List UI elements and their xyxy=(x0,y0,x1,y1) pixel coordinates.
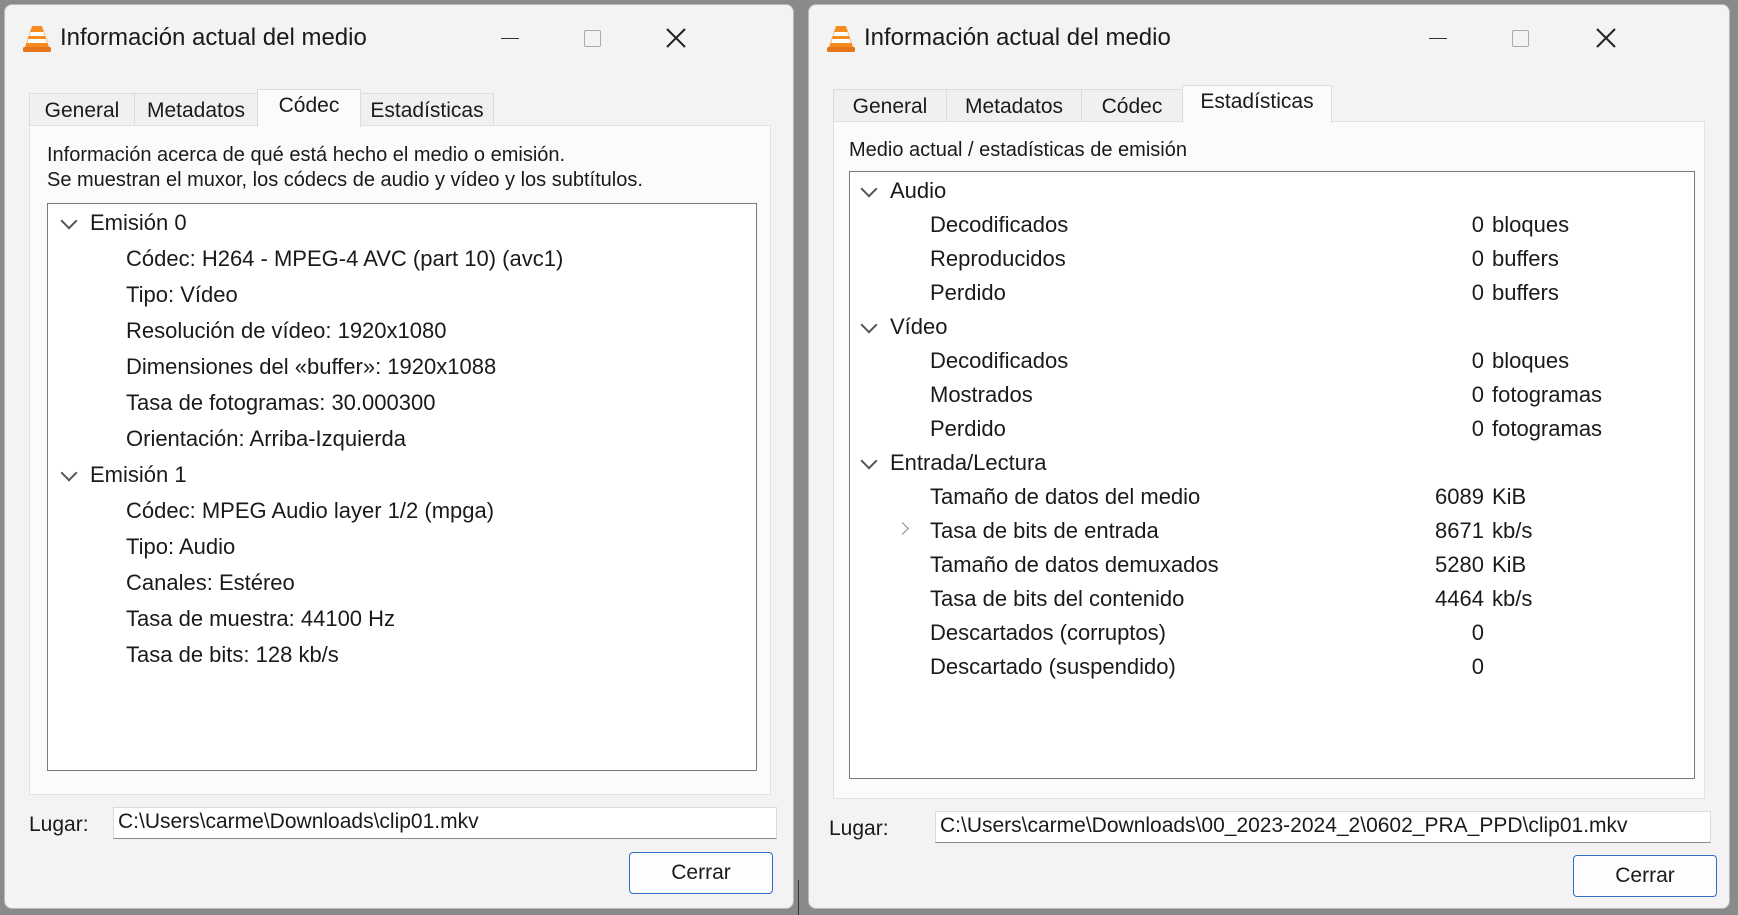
tab-metadatos[interactable]: Metadatos xyxy=(134,93,258,127)
tree-item[interactable]: Dimensiones del «buffer»: 1920x1088 xyxy=(126,354,496,380)
stat-value: 0 xyxy=(1471,416,1484,441)
close-window-button[interactable] xyxy=(1575,13,1637,63)
maximize-button[interactable] xyxy=(1489,13,1551,63)
stat-unit: KiB xyxy=(1492,484,1527,509)
stat-unit: kb/s xyxy=(1492,518,1533,543)
minimize-icon xyxy=(501,37,519,39)
window-title: Información actual del medio xyxy=(60,24,367,51)
tree-item[interactable]: Canales: Estéreo xyxy=(126,570,295,596)
tree-item[interactable]: Orientación: Arriba-Izquierda xyxy=(126,426,406,452)
stat-value: 8671 xyxy=(1435,518,1484,543)
chevron-right-icon[interactable] xyxy=(896,522,909,535)
tree-item[interactable]: Tipo: Audio xyxy=(126,534,235,560)
close-button[interactable]: Cerrar xyxy=(1573,855,1717,897)
stat-value: 6089 xyxy=(1435,484,1484,509)
minimize-button[interactable] xyxy=(479,13,541,63)
tab-bar: General Metadatos Códec Estadísticas xyxy=(29,89,494,127)
stat-value: 0 xyxy=(1471,654,1484,679)
tab-estadisticas[interactable]: Estadísticas xyxy=(360,93,494,127)
stat-unit: bloques xyxy=(1492,348,1570,373)
stat-name[interactable]: Perdido xyxy=(930,280,1006,306)
stat-name[interactable]: Tamaño de datos del medio xyxy=(930,484,1200,510)
location-label: Lugar: xyxy=(829,817,889,840)
tree-node-emision-0[interactable]: Emisión 0 xyxy=(90,210,187,236)
chevron-down-icon[interactable] xyxy=(860,180,878,198)
title-bar[interactable]: Información actual del medio xyxy=(5,5,793,69)
chevron-down-icon[interactable] xyxy=(60,464,78,482)
tab-general[interactable]: General xyxy=(833,89,947,123)
tab-metadatos[interactable]: Metadatos xyxy=(946,89,1082,123)
stat-name[interactable]: Descartados (corruptos) xyxy=(930,620,1166,646)
close-button[interactable]: Cerrar xyxy=(629,852,773,894)
location-field[interactable]: C:\Users\carme\Downloads\clip01.mkv xyxy=(113,807,777,839)
chevron-down-icon[interactable] xyxy=(860,316,878,334)
tab-bar: General Metadatos Códec Estadísticas xyxy=(833,85,1332,123)
codec-tree[interactable]: Emisión 0 Códec: H264 - MPEG-4 AVC (part… xyxy=(47,203,757,771)
stat-value: 0 xyxy=(1471,348,1484,373)
vlc-cone-icon xyxy=(23,26,51,52)
codec-description: Información acerca de qué está hecho el … xyxy=(47,143,643,193)
tree-node-audio[interactable]: Audio xyxy=(890,178,946,204)
minimize-icon xyxy=(1429,37,1447,39)
description-line-2: Se muestran el muxor, los códecs de audi… xyxy=(47,169,643,191)
maximize-icon xyxy=(583,29,601,47)
tree-item[interactable]: Tasa de bits: 128 kb/s xyxy=(126,642,339,668)
stat-name[interactable]: Tamaño de datos demuxados xyxy=(930,552,1219,578)
stat-unit: buffers xyxy=(1492,280,1559,305)
divider xyxy=(798,880,799,915)
stat-value: 0 xyxy=(1471,212,1484,237)
tree-item[interactable]: Resolución de vídeo: 1920x1080 xyxy=(126,318,446,344)
stat-unit: KiB xyxy=(1492,552,1527,577)
stat-value: 0 xyxy=(1471,382,1484,407)
close-icon xyxy=(666,28,686,48)
tree-node-emision-1[interactable]: Emisión 1 xyxy=(90,462,187,488)
stat-name[interactable]: Decodificados xyxy=(930,212,1068,238)
location-label: Lugar: xyxy=(29,813,89,836)
tab-general[interactable]: General xyxy=(29,93,135,127)
stat-name[interactable]: Decodificados xyxy=(930,348,1068,374)
stat-name[interactable]: Tasa de bits del contenido xyxy=(930,586,1184,612)
description-line-1: Información acerca de qué está hecho el … xyxy=(47,144,566,166)
stats-heading: Medio actual / estadísticas de emisión xyxy=(849,139,1187,161)
stat-name[interactable]: Tasa de bits de entrada xyxy=(930,518,1159,544)
location-field[interactable]: C:\Users\carme\Downloads\00_2023-2024_2\… xyxy=(935,811,1711,843)
stat-name[interactable]: Descartado (suspendido) xyxy=(930,654,1176,680)
minimize-button[interactable] xyxy=(1407,13,1469,63)
tab-codec[interactable]: Códec xyxy=(1081,89,1183,123)
chevron-down-icon[interactable] xyxy=(60,212,78,230)
tab-estadisticas[interactable]: Estadísticas xyxy=(1182,85,1332,123)
stat-unit: fotogramas xyxy=(1492,416,1603,441)
stat-value: 0 xyxy=(1471,280,1484,305)
stat-value: 4464 xyxy=(1435,586,1484,611)
media-info-window-stats: Información actual del medio General Met… xyxy=(808,4,1730,909)
stat-name[interactable]: Perdido xyxy=(930,416,1006,442)
tree-item[interactable]: Tasa de fotogramas: 30.000300 xyxy=(126,390,435,416)
stat-name[interactable]: Mostrados xyxy=(930,382,1033,408)
tree-item[interactable]: Códec: MPEG Audio layer 1/2 (mpga) xyxy=(126,498,494,524)
window-title: Información actual del medio xyxy=(864,24,1171,51)
close-window-button[interactable] xyxy=(645,13,707,63)
media-info-window-codec: Información actual del medio General Met… xyxy=(4,4,794,909)
tree-node-entrada-lectura[interactable]: Entrada/Lectura xyxy=(890,450,1047,476)
close-icon xyxy=(1596,28,1616,48)
tree-item[interactable]: Tipo: Vídeo xyxy=(126,282,238,308)
stat-value: 0 xyxy=(1471,620,1484,645)
stat-value: 0 xyxy=(1471,246,1484,271)
tree-item[interactable]: Tasa de muestra: 44100 Hz xyxy=(126,606,395,632)
tree-node-video[interactable]: Vídeo xyxy=(890,314,948,340)
stats-tree[interactable]: Audio Decodificados 0 bloques Reproducid… xyxy=(849,171,1695,779)
chevron-down-icon[interactable] xyxy=(860,452,878,470)
vlc-cone-icon xyxy=(827,26,855,52)
stat-unit: buffers xyxy=(1492,246,1559,271)
stat-name[interactable]: Reproducidos xyxy=(930,246,1066,272)
stat-unit: fotogramas xyxy=(1492,382,1603,407)
tab-codec[interactable]: Códec xyxy=(257,89,361,127)
title-bar[interactable]: Información actual del medio xyxy=(809,5,1729,69)
stat-unit: bloques xyxy=(1492,212,1570,237)
maximize-button[interactable] xyxy=(561,13,623,63)
tree-item[interactable]: Códec: H264 - MPEG-4 AVC (part 10) (avc1… xyxy=(126,246,563,272)
maximize-icon xyxy=(1511,29,1529,47)
stat-value: 5280 xyxy=(1435,552,1484,577)
stat-unit: kb/s xyxy=(1492,586,1533,611)
